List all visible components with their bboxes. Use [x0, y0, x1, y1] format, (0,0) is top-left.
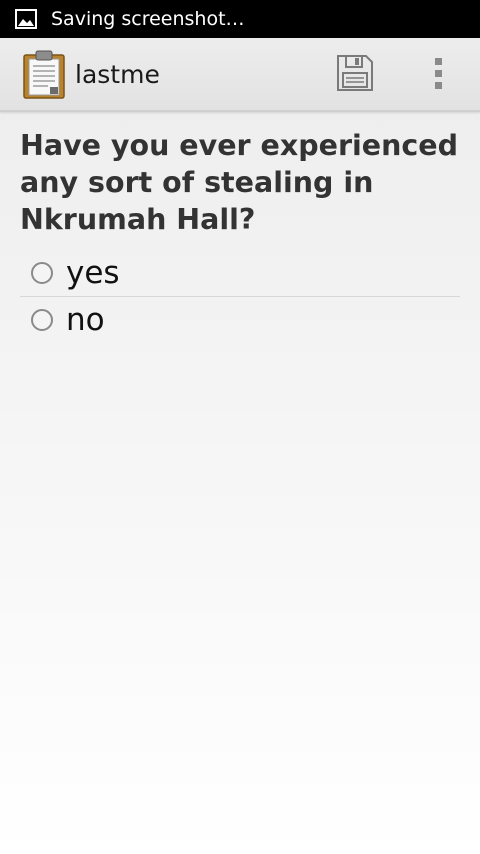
app-title: lastme	[75, 59, 160, 89]
option-label-yes: yes	[66, 255, 120, 291]
radio-button-yes[interactable]	[31, 262, 53, 284]
answer-options: yes no	[20, 250, 460, 343]
action-bar: lastme	[0, 38, 480, 112]
image-icon	[14, 7, 38, 31]
question-text: Have you ever experienced any sort of st…	[20, 129, 459, 236]
floppy-disk-icon	[337, 55, 373, 91]
overflow-menu-button[interactable]	[420, 52, 456, 96]
save-button[interactable]	[333, 51, 377, 95]
clipboard-icon[interactable]	[22, 49, 66, 99]
status-bar: Saving screenshot…	[0, 0, 480, 38]
radio-button-no[interactable]	[31, 309, 53, 331]
status-text: Saving screenshot…	[51, 8, 245, 30]
screen: Saving screenshot… lastme Have you ever …	[0, 0, 480, 854]
option-label-no: no	[66, 302, 105, 338]
overflow-menu-icon	[435, 58, 442, 89]
option-no[interactable]: no	[20, 297, 460, 343]
option-yes[interactable]: yes	[20, 250, 460, 297]
